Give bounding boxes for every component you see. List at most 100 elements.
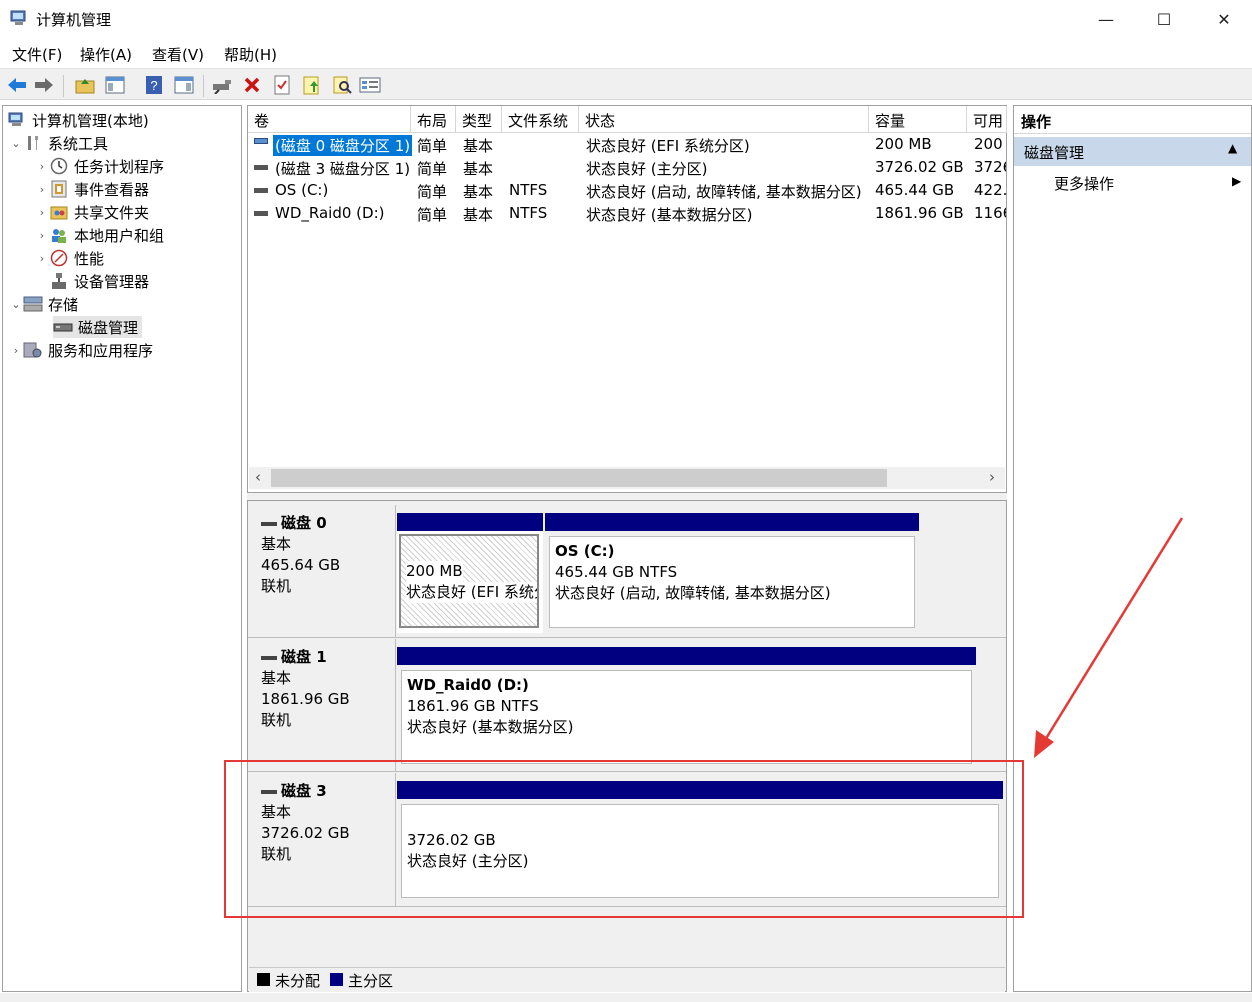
disk-label[interactable]: 磁盘 3 基本 3726.02 GB 联机 [250,773,396,906]
table-row[interactable]: (磁盘 3 磁盘分区 1) 简单 基本 状态良好 (主分区) 3726.02 G… [248,157,1006,180]
tree-item-label: 设备管理器 [74,272,150,291]
show-hide-action-pane-icon[interactable] [172,73,196,97]
chevron-right-icon[interactable]: › [35,252,49,265]
users-icon [49,226,69,244]
actions-section-disk-management[interactable]: 磁盘管理 ▲ [1014,137,1251,166]
tree-item-system-tools[interactable]: ⌄ 系统工具 [9,132,108,154]
disk-size: 3726.02 GB [261,824,350,842]
horizontal-scrollbar[interactable]: ‹ › [249,467,1005,489]
volume-layout: 简单 [417,160,448,178]
column-header-capacity[interactable]: 容量 [869,106,967,133]
disk-list-icon[interactable] [358,73,382,97]
clock-icon [49,157,69,175]
chevron-right-icon[interactable]: › [9,344,23,357]
scroll-right-button[interactable]: › [989,468,995,486]
column-header-layout[interactable]: 布局 [411,106,456,133]
performance-icon [49,249,69,267]
volume-capacity: 3726.02 GB [875,158,964,176]
disk-management-icon [53,318,73,336]
column-header-volume[interactable]: 卷 [248,106,411,133]
delete-icon[interactable] [240,73,264,97]
tree-item-disk-management[interactable]: 磁盘管理 [53,316,143,338]
search-icon[interactable] [330,73,354,97]
disk-name: 磁盘 3 [281,782,327,800]
storage-icon [23,295,43,313]
tree-item-storage[interactable]: ⌄ 存储 [9,293,78,315]
partition-status: 状态良好 (主分区) [407,852,529,870]
tree-item-shared-folders[interactable]: › 共享文件夹 [35,201,149,223]
tree-item-label: 共享文件夹 [74,203,150,222]
partition-efi[interactable]: 200 MB 状态良好 (EFI 系统分区) [397,513,543,633]
tree-item-task-scheduler[interactable]: › 任务计划程序 [35,155,164,177]
table-row[interactable]: WD_Raid0 (D:) 简单 基本 NTFS 状态良好 (基本数据分区) 1… [248,203,1006,226]
chevron-down-icon[interactable]: ⌄ [9,137,23,150]
menu-view[interactable]: 查看(V) [152,44,204,65]
tree-item-label: 事件查看器 [74,180,150,199]
up-folder-icon[interactable] [73,73,97,97]
tree-item-services-apps[interactable]: › 服务和应用程序 [9,339,153,361]
scrollbar-thumb[interactable] [271,469,887,487]
legend-label-primary: 主分区 [348,972,394,990]
partition-os-c[interactable]: OS (C:) 465.44 GB NTFS 状态良好 (启动, 故障转储, 基… [545,513,919,633]
tree-root[interactable]: 计算机管理(本地) [7,109,149,131]
tree-item-event-viewer[interactable]: › 事件查看器 [35,178,149,200]
back-arrow-icon[interactable] [5,73,29,97]
table-row[interactable]: (磁盘 0 磁盘分区 1) 简单 基本 状态良好 (EFI 系统分区) 200 … [248,134,1006,157]
tree-item-local-users[interactable]: › 本地用户和组 [35,224,164,246]
volume-free: 3726 [974,158,1006,176]
chevron-down-icon[interactable]: ⌄ [9,298,23,311]
chevron-right-icon[interactable]: › [35,183,49,196]
volume-capacity: 465.44 GB [875,181,955,199]
disk-name: 磁盘 0 [281,514,327,532]
partition-title: OS (C:) [555,542,615,560]
forward-arrow-icon[interactable] [32,73,56,97]
table-row[interactable]: OS (C:) 简单 基本 NTFS 状态良好 (启动, 故障转储, 基本数据分… [248,180,1006,203]
disk-size: 465.64 GB [261,556,341,574]
connect-disk-icon[interactable] [210,73,234,97]
volume-status: 状态良好 (基本数据分区) [586,206,753,224]
help-icon[interactable]: ? [142,73,166,97]
menu-help[interactable]: 帮助(H) [224,44,277,65]
properties-icon[interactable] [270,73,294,97]
volume-name: OS (C:) [275,181,329,199]
show-hide-tree-icon[interactable] [103,73,127,97]
action-more-actions[interactable]: 更多操作 ▶ [1014,169,1251,195]
close-button[interactable]: ✕ [1201,0,1247,38]
collapse-up-icon[interactable]: ▲ [1228,141,1237,155]
tree-item-label: 任务计划程序 [74,157,165,176]
volume-icon [254,165,268,170]
volume-status: 状态良好 (主分区) [586,160,708,178]
column-header-filesystem[interactable]: 文件系统 [502,106,579,133]
column-header-status[interactable]: 状态 [579,106,869,133]
actions-section-label: 磁盘管理 [1024,144,1085,162]
primary-partition-bar [397,513,543,531]
chevron-right-icon[interactable]: › [35,160,49,173]
chevron-right-icon[interactable]: › [35,206,49,219]
tree-item-device-manager[interactable]: 设备管理器 [49,270,149,292]
device-manager-icon [49,272,69,290]
partition-disk3-primary[interactable]: 3726.02 GB 状态良好 (主分区) [397,781,1003,903]
primary-partition-bar [545,513,919,531]
tree-item-label: 系统工具 [48,134,109,153]
menu-action[interactable]: 操作(A) [80,44,132,65]
volume-icon [254,188,268,193]
minimize-button[interactable]: — [1083,0,1129,38]
column-header-type[interactable]: 类型 [456,106,502,133]
volume-free: 1166 [974,204,1006,222]
tree-item-performance[interactable]: › 性能 [35,247,104,269]
actions-header: 操作 [1014,106,1251,134]
disk-label[interactable]: 磁盘 0 基本 465.64 GB 联机 [250,505,396,637]
partition-wd-raid0-d[interactable]: WD_Raid0 (D:) 1861.96 GB NTFS 状态良好 (基本数据… [397,647,976,769]
scroll-left-button[interactable]: ‹ [255,468,261,486]
volume-icon [254,211,268,216]
legend-swatch-primary [330,973,343,986]
disk-label[interactable]: 磁盘 1 基本 1861.96 GB 联机 [250,639,396,771]
disk-type: 基本 [261,803,292,821]
shared-folder-icon [49,203,69,221]
maximize-button[interactable]: ☐ [1141,0,1187,38]
open-folder-icon[interactable] [300,73,324,97]
status-strip [0,993,1252,1002]
column-header-free[interactable]: 可用 [967,106,1007,133]
chevron-right-icon[interactable]: › [35,229,49,242]
menu-file[interactable]: 文件(F) [12,44,62,65]
